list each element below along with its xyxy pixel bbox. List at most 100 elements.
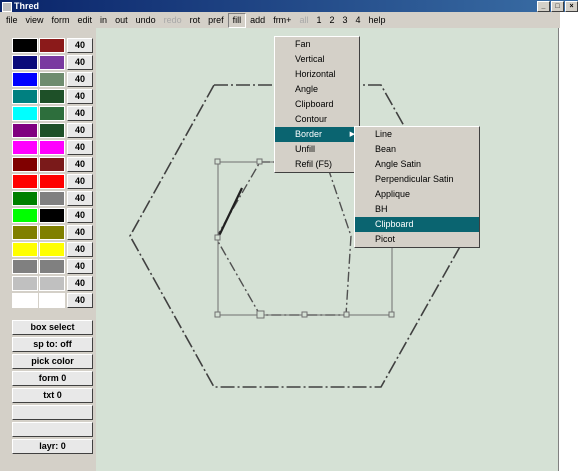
- thread-color-swatch[interactable]: [39, 106, 65, 121]
- fill-menu-item[interactable]: Unfill: [275, 142, 359, 157]
- fill-menu-item[interactable]: Vertical: [275, 52, 359, 67]
- menu-in[interactable]: in: [96, 12, 111, 28]
- layer-button[interactable]: layr: 0: [12, 439, 93, 454]
- minimize-button[interactable]: _: [537, 1, 550, 12]
- text-button[interactable]: txt 0: [12, 388, 93, 403]
- thread-color-swatch[interactable]: [39, 242, 65, 257]
- color-swatch[interactable]: [12, 242, 38, 257]
- thread-color-swatch[interactable]: [39, 293, 65, 308]
- color-swatch[interactable]: [12, 191, 38, 206]
- thread-size-button[interactable]: 40: [67, 123, 93, 138]
- thread-color-swatch[interactable]: [39, 123, 65, 138]
- border-menu-item[interactable]: BH: [355, 202, 479, 217]
- menu-file[interactable]: file: [2, 12, 22, 28]
- color-swatch[interactable]: [12, 55, 38, 70]
- menu-help[interactable]: help: [365, 12, 390, 28]
- thread-size-button[interactable]: 40: [67, 276, 93, 291]
- color-swatch[interactable]: [12, 259, 38, 274]
- border-menu-item[interactable]: Angle Satin: [355, 157, 479, 172]
- border-menu-item[interactable]: Applique: [355, 187, 479, 202]
- blank-button-2[interactable]: [12, 422, 93, 437]
- fill-menu-item[interactable]: Horizontal: [275, 67, 359, 82]
- thread-color-swatch[interactable]: [39, 276, 65, 291]
- thread-size-button[interactable]: 40: [67, 191, 93, 206]
- menu-add[interactable]: add: [246, 12, 269, 28]
- thread-size-button[interactable]: 40: [67, 174, 93, 189]
- selected-line[interactable]: [217, 187, 243, 239]
- thread-size-button[interactable]: 40: [67, 72, 93, 87]
- color-swatch[interactable]: [12, 72, 38, 87]
- menu-pref[interactable]: pref: [204, 12, 228, 28]
- menu-out[interactable]: out: [111, 12, 132, 28]
- thread-color-swatch[interactable]: [39, 208, 65, 223]
- thread-color-swatch[interactable]: [39, 259, 65, 274]
- menu-rot[interactable]: rot: [186, 12, 205, 28]
- fill-menu-item-label: Angle: [295, 84, 319, 94]
- menu-4[interactable]: 4: [352, 12, 365, 28]
- color-swatch[interactable]: [12, 157, 38, 172]
- color-swatch[interactable]: [12, 276, 38, 291]
- menu-view[interactable]: view: [22, 12, 48, 28]
- fill-menu-item[interactable]: Fan: [275, 37, 359, 52]
- pick-color-button[interactable]: pick color: [12, 354, 93, 369]
- thread-size-button[interactable]: 40: [67, 38, 93, 53]
- thread-color-swatch[interactable]: [39, 38, 65, 53]
- app-icon[interactable]: [2, 2, 12, 12]
- menu-1[interactable]: 1: [312, 12, 325, 28]
- fill-menu-item[interactable]: Angle: [275, 82, 359, 97]
- thread-color-swatch[interactable]: [39, 89, 65, 104]
- color-swatch[interactable]: [12, 38, 38, 53]
- fill-menu-item[interactable]: Border ▶: [275, 127, 359, 142]
- thread-color-swatch[interactable]: [39, 157, 65, 172]
- thread-size-button[interactable]: 40: [67, 157, 93, 172]
- color-swatch[interactable]: [12, 174, 38, 189]
- split-to-button[interactable]: sp to: off: [12, 337, 93, 352]
- border-menu-item[interactable]: Line: [355, 127, 479, 142]
- menu-edit[interactable]: edit: [74, 12, 97, 28]
- blank-button-1[interactable]: [12, 405, 93, 420]
- thread-size-button[interactable]: 40: [67, 293, 93, 308]
- thread-size-button[interactable]: 40: [67, 208, 93, 223]
- thread-size-button[interactable]: 40: [67, 242, 93, 257]
- thread-color-swatch[interactable]: [39, 174, 65, 189]
- border-menu-item[interactable]: Clipboard: [355, 217, 479, 232]
- menu-form[interactable]: form: [48, 12, 74, 28]
- color-swatch[interactable]: [12, 106, 38, 121]
- border-menu-item[interactable]: Picot: [355, 232, 479, 247]
- fill-menu-dropdown: Fan Vertical Horizontal Angle Clipboard Conto…: [274, 36, 360, 173]
- thread-size-button[interactable]: 40: [67, 259, 93, 274]
- form-button[interactable]: form 0: [12, 371, 93, 386]
- menu-undo[interactable]: undo: [132, 12, 160, 28]
- box-select-button[interactable]: box select: [12, 320, 93, 335]
- border-menu-item[interactable]: Bean: [355, 142, 479, 157]
- inner-hexagon-form[interactable]: [215, 161, 352, 316]
- color-swatch[interactable]: [12, 123, 38, 138]
- thread-color-swatch[interactable]: [39, 140, 65, 155]
- maximize-button[interactable]: □: [551, 1, 564, 12]
- menu-fill[interactable]: fill: [227, 12, 247, 28]
- thread-color-swatch[interactable]: [39, 225, 65, 240]
- menu-frm[interactable]: frm+: [269, 12, 295, 28]
- color-swatch[interactable]: [12, 225, 38, 240]
- fill-menu-item[interactable]: Refil (F5): [275, 157, 359, 172]
- thread-color-swatch[interactable]: [39, 72, 65, 87]
- color-swatch[interactable]: [12, 89, 38, 104]
- thread-size-button[interactable]: 40: [67, 140, 93, 155]
- color-swatch[interactable]: [12, 208, 38, 223]
- color-swatch[interactable]: [12, 140, 38, 155]
- thread-size-button[interactable]: 40: [67, 55, 93, 70]
- menu-redo[interactable]: redo: [160, 12, 186, 28]
- close-button[interactable]: ×: [565, 1, 578, 12]
- thread-color-swatch[interactable]: [39, 191, 65, 206]
- thread-size-button[interactable]: 40: [67, 225, 93, 240]
- fill-menu-item[interactable]: Clipboard: [275, 97, 359, 112]
- menu-3[interactable]: 3: [339, 12, 352, 28]
- thread-size-button[interactable]: 40: [67, 89, 93, 104]
- color-swatch[interactable]: [12, 293, 38, 308]
- fill-menu-item[interactable]: Contour: [275, 112, 359, 127]
- thread-color-swatch[interactable]: [39, 55, 65, 70]
- border-menu-item[interactable]: Perpendicular Satin: [355, 172, 479, 187]
- thread-size-button[interactable]: 40: [67, 106, 93, 121]
- menu-all[interactable]: all: [295, 12, 312, 28]
- menu-2[interactable]: 2: [325, 12, 338, 28]
